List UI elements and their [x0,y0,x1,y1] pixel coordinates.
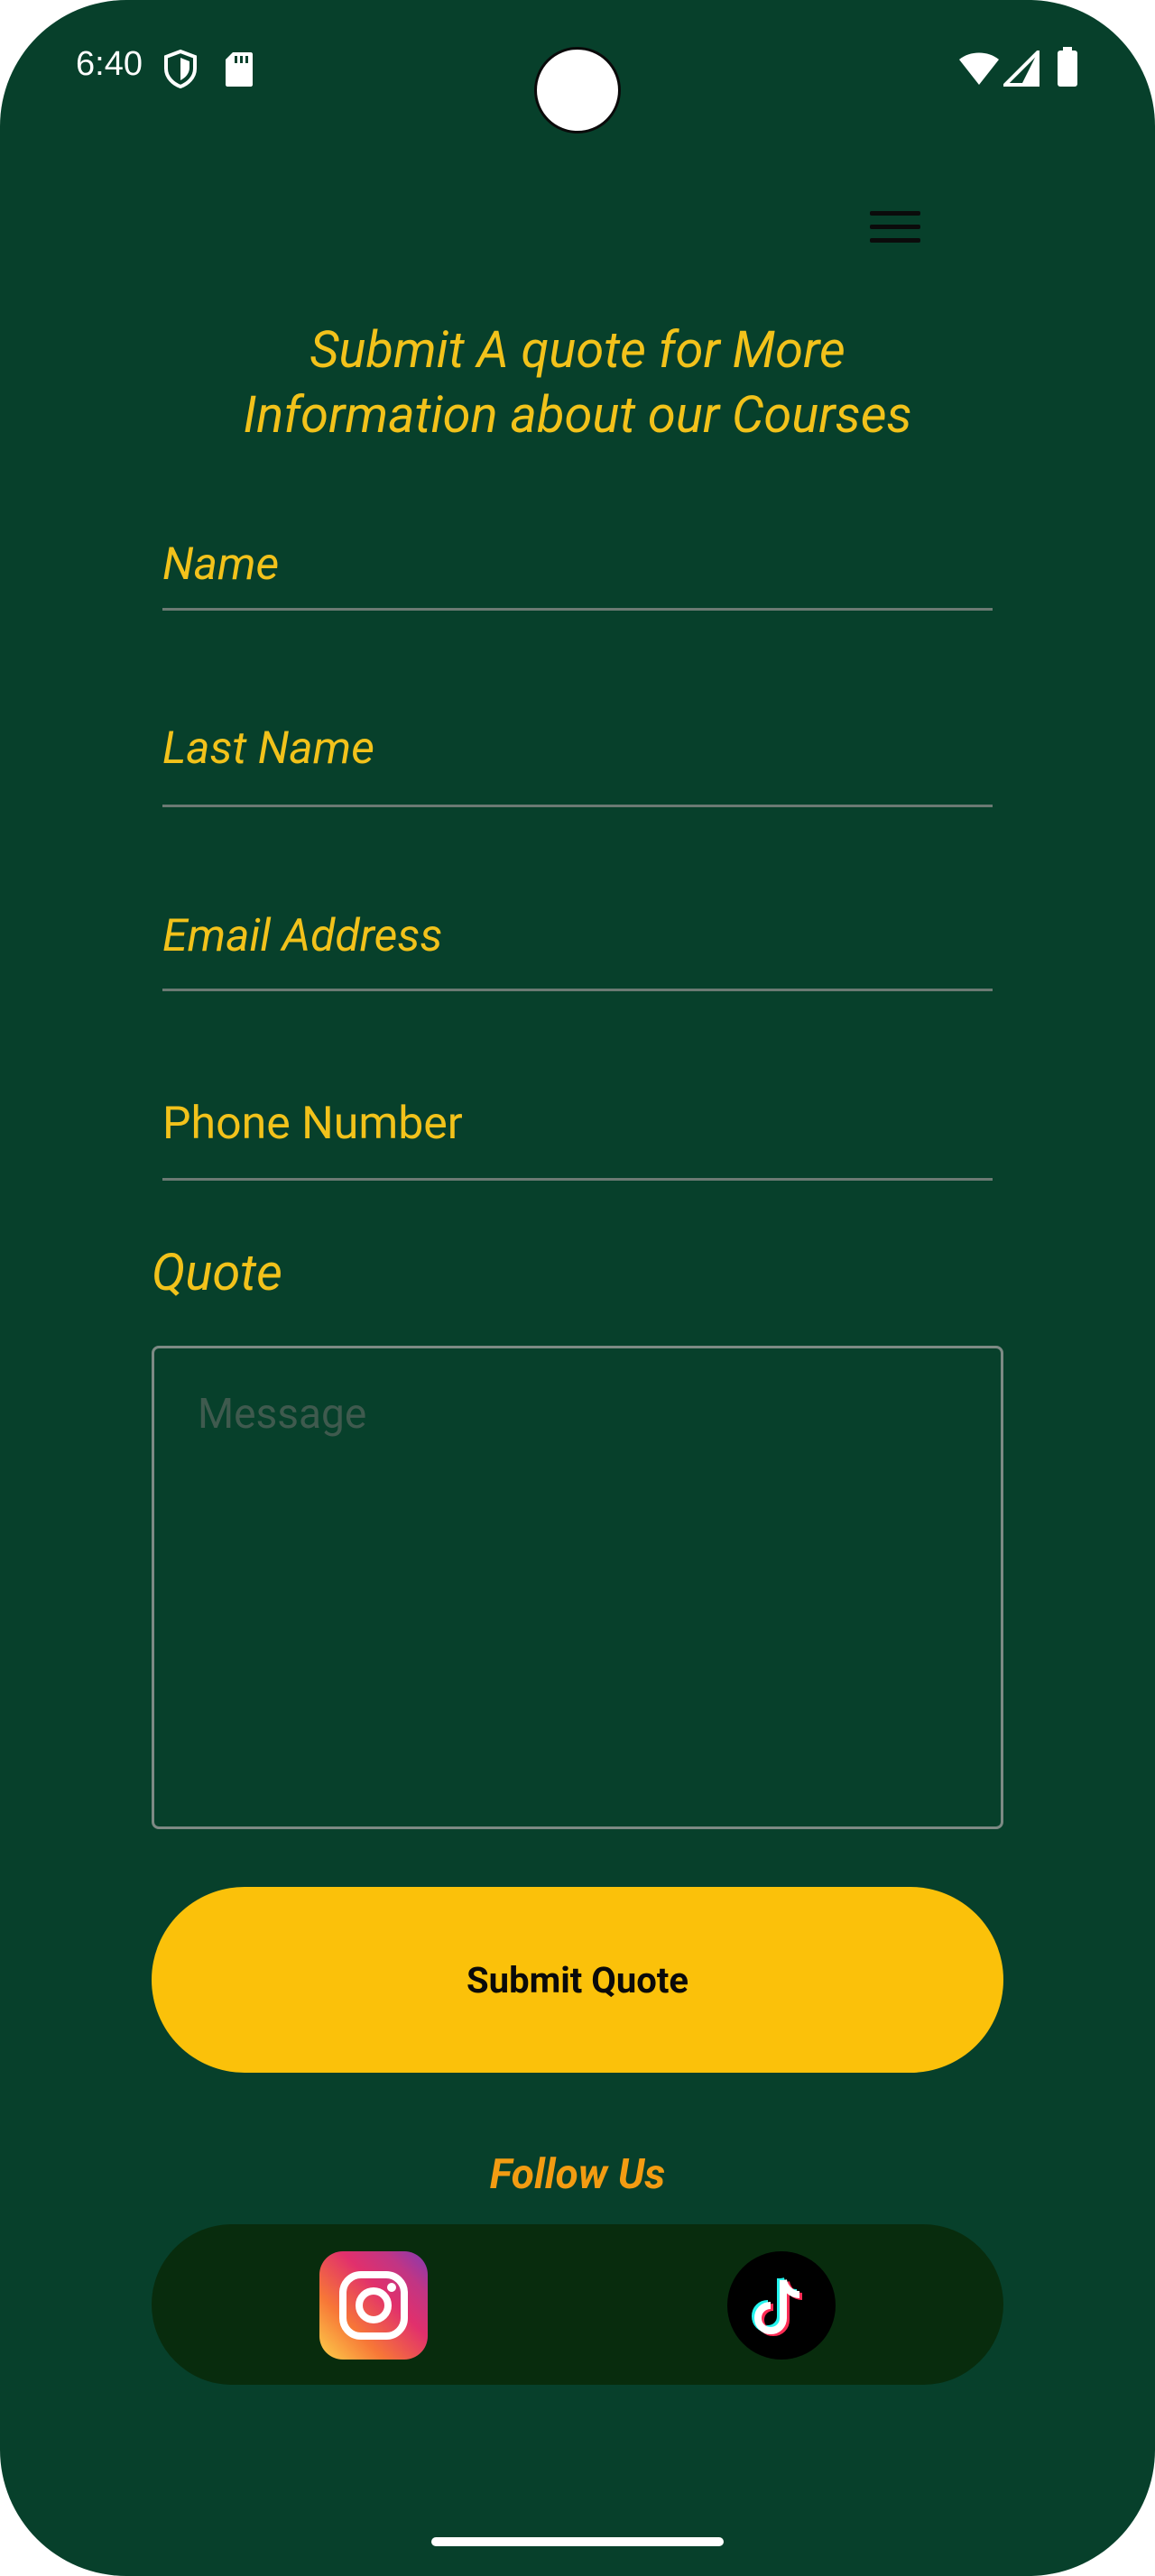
email-field-label: Email Address [162,910,443,962]
heading-line-1: Submit A quote for More [310,320,845,380]
phone-field-underline [162,1178,993,1181]
battery-icon [1058,47,1077,87]
hamburger-menu-icon[interactable] [861,204,926,251]
social-bar [152,2224,1003,2385]
wifi-icon [959,52,999,85]
tiktok-icon[interactable] [727,2251,836,2360]
follow-us-label: Follow Us [489,2150,666,2199]
name-field-label: Name [162,538,280,591]
last-name-field[interactable]: Last Name [162,722,993,808]
app-screen: 6:40 Submit A quote for More Information… [0,0,1155,2576]
name-field-underline [162,608,993,611]
email-field[interactable]: Email Address [162,909,993,996]
submit-quote-button[interactable]: Submit Quote [152,1887,1003,2073]
home-indicator[interactable] [431,2537,724,2546]
last-name-field-underline [162,805,993,807]
page-heading: Submit A quote for More Information abou… [126,317,1029,447]
shield-icon [164,49,197,88]
email-field-underline [162,989,993,991]
name-field[interactable]: Name [162,538,993,613]
submit-quote-label: Submit Quote [467,1958,688,2001]
quote-label: Quote [152,1243,282,1302]
sd-card-icon [226,52,253,87]
message-placeholder: Message [198,1390,367,1439]
heading-line-2: Information about our Courses [243,385,912,445]
instagram-icon[interactable] [319,2251,428,2360]
phone-field-label: Phone Number [162,1098,463,1150]
phone-field[interactable]: Phone Number [162,1097,993,1183]
status-time: 6:40 [76,45,143,83]
last-name-field-label: Last Name [162,722,374,775]
signal-icon [1003,51,1040,87]
message-textarea[interactable]: Message [152,1346,1003,1829]
camera-cutout [534,47,621,133]
